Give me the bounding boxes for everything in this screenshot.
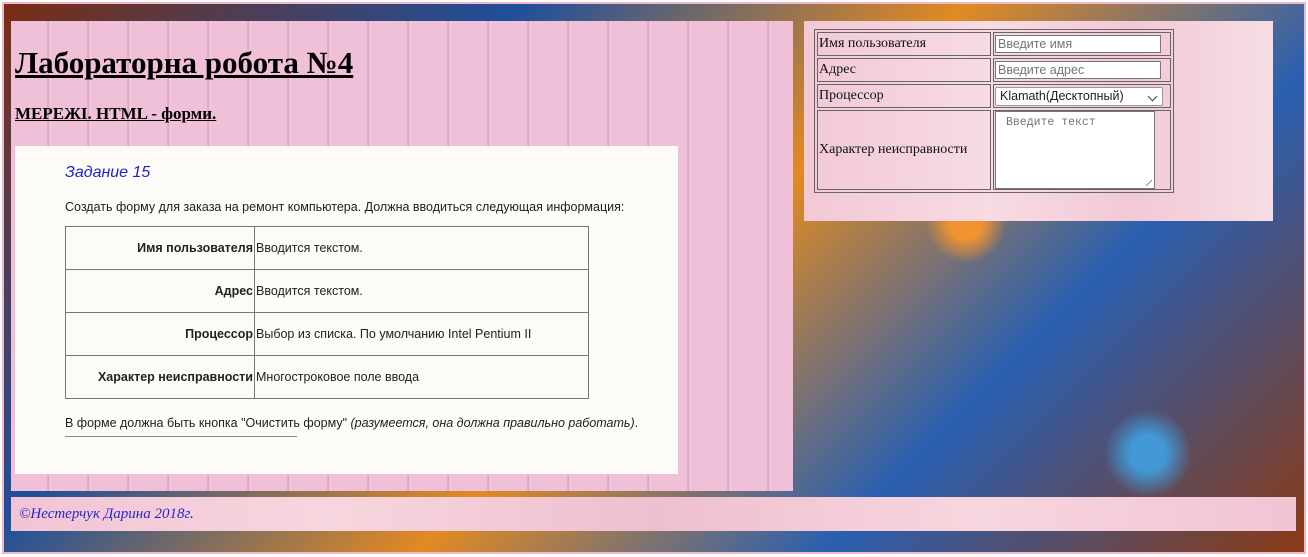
chevron-down-icon xyxy=(1147,91,1158,101)
task-note-italic: (разумеется, она должна правильно работа… xyxy=(350,416,635,430)
spec-field: Имя пользователя xyxy=(65,226,255,270)
task-title: Задание 15 xyxy=(65,164,151,181)
page-subtitle: МЕРЕЖІ. HTML - форми. xyxy=(15,104,217,123)
spec-desc: Вводится текстом. xyxy=(254,269,589,313)
processor-select[interactable]: Klamath(Десктопный) xyxy=(995,86,1163,106)
task-note-main: В форме должна быть кнопка "Очистить фор… xyxy=(65,416,351,430)
spec-field: Характер неисправности xyxy=(65,355,255,399)
table-row: Адрес Вводится текстом. xyxy=(65,269,589,313)
spec-desc: Многостроковое поле ввода xyxy=(254,355,589,399)
task-description: Создать форму для заказа на ремонт компь… xyxy=(65,200,625,214)
table-row: Характер неисправности Многостроковое по… xyxy=(65,355,589,399)
task-note: В форме должна быть кнопка "Очистить фор… xyxy=(65,416,638,430)
spec-field: Процессор xyxy=(65,312,255,356)
form-row-address: Адрес xyxy=(817,58,1171,82)
spec-table: Имя пользователя Вводится текстом. Адрес… xyxy=(65,226,589,399)
repair-order-form: Имя пользователя Адрес Процессор Klamath… xyxy=(814,29,1174,193)
resize-handle-icon[interactable] xyxy=(1146,180,1152,186)
form-panel: Имя пользователя Адрес Процессор Klamath… xyxy=(804,21,1273,221)
spec-field: Адрес xyxy=(65,269,255,313)
divider xyxy=(65,436,297,437)
fault-textarea[interactable] xyxy=(995,111,1155,189)
table-row: Процессор Выбор из списка. По умолчанию … xyxy=(65,312,589,356)
task-note-end: . xyxy=(634,416,639,430)
page-title: Лабораторна робота №4 xyxy=(15,45,354,80)
table-row: Имя пользователя Вводится текстом. xyxy=(65,226,589,270)
form-row-processor: Процессор Klamath(Десктопный) xyxy=(817,84,1171,108)
task-box: Задание 15 Создать форму для заказа на р… xyxy=(15,146,678,474)
fault-textarea-wrap xyxy=(995,111,1155,189)
name-label: Имя пользователя xyxy=(817,32,991,56)
footer: ©Нестерчук Дарина 2018г. xyxy=(11,497,1296,531)
spec-desc: Выбор из списка. По умолчанию Intel Pent… xyxy=(254,312,589,356)
footer-copyright: ©Нестерчук Дарина 2018г. xyxy=(19,506,194,522)
address-input[interactable] xyxy=(995,61,1161,79)
address-label: Адрес xyxy=(817,58,991,82)
form-row-fault: Характер неисправности xyxy=(817,110,1171,190)
form-row-name: Имя пользователя xyxy=(817,32,1171,56)
processor-selected-value: Klamath(Десктопный) xyxy=(1000,88,1124,103)
order-form-table: Имя пользователя Адрес Процессор Klamath… xyxy=(814,29,1174,193)
left-panel: Лабораторна робота №4 МЕРЕЖІ. HTML - фор… xyxy=(11,21,793,491)
processor-label: Процессор xyxy=(817,84,991,108)
name-input[interactable] xyxy=(995,35,1161,53)
spec-desc: Вводится текстом. xyxy=(254,226,589,270)
fault-label: Характер неисправности xyxy=(817,110,991,190)
